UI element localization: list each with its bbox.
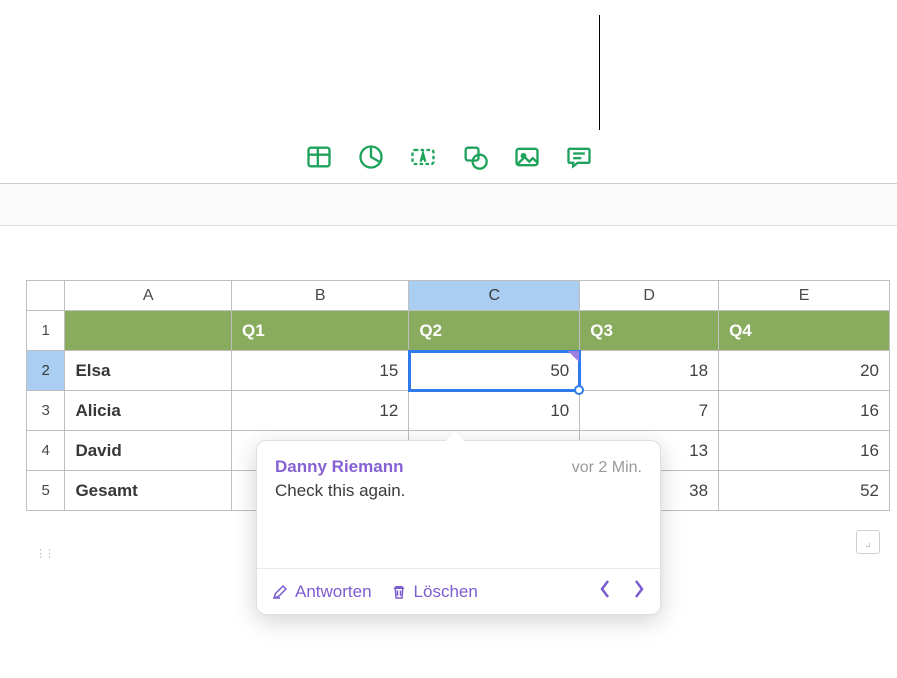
reply-button[interactable]: Antworten bbox=[271, 582, 372, 602]
cell-C3[interactable]: 10 bbox=[409, 391, 580, 431]
cell-A4[interactable]: David bbox=[65, 431, 232, 471]
table-icon[interactable] bbox=[305, 143, 333, 171]
comment-icon[interactable] bbox=[565, 143, 593, 171]
cell-E2[interactable]: 20 bbox=[719, 351, 890, 391]
trash-icon bbox=[390, 583, 408, 601]
reply-label: Antworten bbox=[295, 582, 372, 602]
delete-button[interactable]: Löschen bbox=[390, 582, 478, 602]
prev-comment-button[interactable] bbox=[598, 579, 612, 604]
col-header-D[interactable]: D bbox=[580, 281, 719, 311]
comment-popover: Danny Riemann vor 2 Min. Check this agai… bbox=[256, 440, 661, 615]
cell-B2[interactable]: 15 bbox=[232, 351, 409, 391]
shape-icon[interactable] bbox=[461, 143, 489, 171]
resize-corner-handle[interactable]: ⌟ bbox=[856, 530, 880, 554]
comment-author: Danny Riemann bbox=[275, 457, 403, 477]
row-header-1[interactable]: 1 bbox=[27, 311, 65, 351]
column-grip-bottom[interactable] bbox=[26, 544, 62, 562]
cell-E5[interactable]: 52 bbox=[719, 471, 890, 511]
cell-E1[interactable]: Q4 bbox=[719, 311, 890, 351]
delete-label: Löschen bbox=[414, 582, 478, 602]
comment-indicator-icon[interactable] bbox=[568, 351, 579, 362]
col-header-C[interactable]: C bbox=[409, 281, 580, 311]
cell-D3[interactable]: 7 bbox=[580, 391, 719, 431]
comment-time: vor 2 Min. bbox=[572, 459, 642, 477]
text-box-icon[interactable] bbox=[409, 143, 437, 171]
row-header-2[interactable]: 2 bbox=[27, 351, 65, 391]
cell-E3[interactable]: 16 bbox=[719, 391, 890, 431]
pencil-icon bbox=[271, 583, 289, 601]
cell-D2[interactable]: 18 bbox=[580, 351, 719, 391]
cell-D1[interactable]: Q3 bbox=[580, 311, 719, 351]
col-header-A[interactable]: A bbox=[65, 281, 232, 311]
row-header-3[interactable]: 3 bbox=[27, 391, 65, 431]
chevron-left-icon bbox=[598, 579, 612, 599]
chevron-right-icon bbox=[632, 579, 646, 599]
cell-B3[interactable]: 12 bbox=[232, 391, 409, 431]
callout-line bbox=[599, 15, 600, 130]
col-header-E[interactable]: E bbox=[719, 281, 890, 311]
cell-E4[interactable]: 16 bbox=[719, 431, 890, 471]
cell-C1[interactable]: Q2 bbox=[409, 311, 580, 351]
cell-C2-selected[interactable]: 50 bbox=[409, 351, 580, 391]
cell-A5[interactable]: Gesamt bbox=[65, 471, 232, 511]
cell-A2[interactable]: Elsa bbox=[65, 351, 232, 391]
chart-icon[interactable] bbox=[357, 143, 385, 171]
row-header-5[interactable]: 5 bbox=[27, 471, 65, 511]
cell-A3[interactable]: Alicia bbox=[65, 391, 232, 431]
image-icon[interactable] bbox=[513, 143, 541, 171]
cell-B1[interactable]: Q1 bbox=[232, 311, 409, 351]
cell-A1[interactable] bbox=[65, 311, 232, 351]
formula-bar[interactable] bbox=[0, 184, 897, 226]
comment-text: Check this again. bbox=[275, 481, 642, 501]
row-header-4[interactable]: 4 bbox=[27, 431, 65, 471]
insert-toolbar bbox=[0, 130, 897, 184]
col-header-B[interactable]: B bbox=[232, 281, 409, 311]
corner-cell[interactable] bbox=[27, 281, 65, 311]
next-comment-button[interactable] bbox=[632, 579, 646, 604]
cell-value: 50 bbox=[550, 361, 569, 381]
